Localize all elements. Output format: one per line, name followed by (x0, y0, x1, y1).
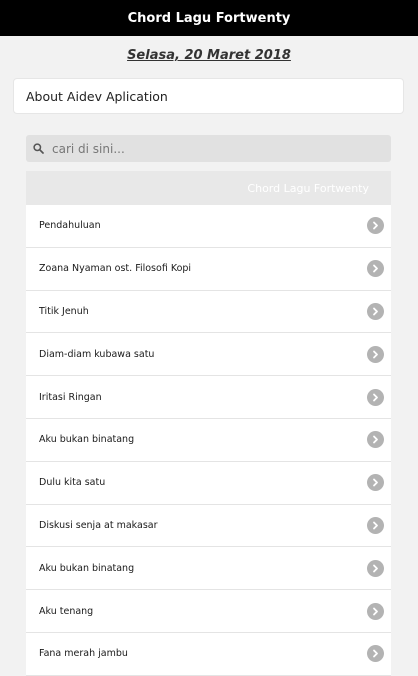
song-title: Dulu kita satu (39, 477, 106, 489)
list-item[interactable]: Zoana Nyaman ost. Filosofi Kopi (26, 248, 391, 291)
app-title-bar: Chord Lagu Fortwenty (0, 0, 418, 36)
song-title: Titik Jenuh (39, 305, 89, 317)
song-title: Aku tenang (39, 605, 94, 617)
chevron-right-icon (367, 602, 384, 620)
chevron-right-icon (367, 474, 384, 492)
song-title: Pendahuluan (39, 220, 101, 232)
about-app-button[interactable]: About Aidev Aplication (13, 78, 404, 114)
song-title: Zoana Nyaman ost. Filosofi Kopi (39, 263, 192, 275)
chevron-right-icon (367, 645, 384, 663)
chevron-right-icon (367, 388, 384, 406)
list-item[interactable]: Diskusi senja at makasar (26, 505, 391, 548)
list-header: Chord Lagu Fortwenty (26, 171, 391, 205)
song-title: Diam-diam kubawa satu (39, 348, 155, 360)
chevron-right-icon (367, 516, 384, 534)
chevron-right-icon (367, 260, 384, 278)
song-title: Fana merah jambu (39, 648, 128, 660)
list-header-label: Chord Lagu Fortwenty (247, 181, 369, 195)
list-item[interactable]: Iritasi Ringan (26, 376, 391, 419)
chevron-right-icon (367, 302, 384, 320)
app-title: Chord Lagu Fortwenty (127, 10, 291, 26)
search-icon (30, 141, 46, 157)
about-label: About Aidev Aplication (26, 88, 168, 104)
song-list: Pendahuluan Zoana Nyaman ost. Filosofi K… (26, 205, 391, 676)
list-item[interactable]: Aku tenang (26, 590, 391, 633)
song-title: Diskusi senja at makasar (39, 519, 158, 531)
date-label: Selasa, 20 Maret 2018 (127, 48, 291, 63)
chevron-right-icon (367, 431, 384, 449)
list-item[interactable]: Aku bukan binatang (26, 419, 391, 462)
list-item[interactable]: Pendahuluan (26, 205, 391, 248)
chevron-right-icon (367, 345, 384, 363)
list-item[interactable]: Dulu kita satu (26, 462, 391, 505)
search-input[interactable] (50, 140, 374, 157)
list-item[interactable]: Diam-diam kubawa satu (26, 333, 391, 377)
search-bar[interactable] (26, 135, 391, 162)
list-item[interactable]: Titik Jenuh (26, 291, 391, 334)
list-item[interactable]: Fana merah jambu (26, 633, 391, 676)
chevron-right-icon (367, 559, 384, 577)
song-title: Iritasi Ringan (39, 391, 102, 403)
list-item[interactable]: Aku bukan binatang (26, 547, 391, 591)
song-title: Aku bukan binatang (39, 562, 135, 574)
chevron-right-icon (367, 217, 384, 235)
song-title: Aku bukan binatang (39, 434, 135, 446)
